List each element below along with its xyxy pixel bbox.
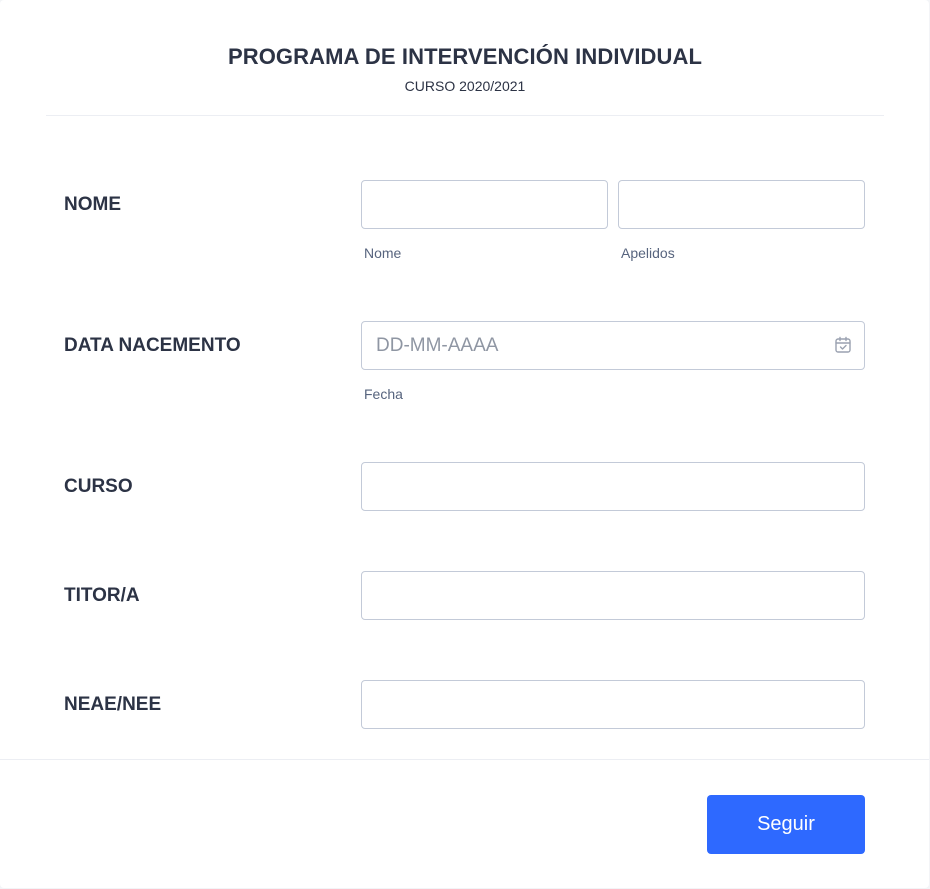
birthdate-sublabel: Fecha [364, 386, 403, 402]
first-name-sublabel: Nome [364, 245, 402, 261]
birthdate-field [361, 321, 865, 370]
form-header: PROGRAMA DE INTERVENCIÓN INDIVIDUAL CURS… [46, 0, 884, 116]
nome-label: NOME [64, 194, 121, 215]
calendar-check-icon[interactable] [834, 336, 852, 354]
birthdate-input[interactable] [361, 321, 865, 370]
titor-input[interactable] [361, 571, 865, 620]
form-title: PROGRAMA DE INTERVENCIÓN INDIVIDUAL [227, 44, 703, 69]
curso-label: CURSO [64, 476, 133, 497]
titor-label: TITOR/A [64, 585, 140, 606]
birthdate-label: DATA NACEMENTO [64, 335, 241, 356]
neae-input[interactable] [361, 680, 865, 729]
footer-divider [0, 759, 929, 760]
last-name-input[interactable] [618, 180, 865, 229]
form-subtitle: CURSO 2020/2021 [404, 78, 526, 94]
form-card: PROGRAMA DE INTERVENCIÓN INDIVIDUAL CURS… [0, 0, 929, 888]
last-name-sublabel: Apelidos [621, 245, 675, 261]
neae-label: NEAE/NEE [64, 694, 162, 715]
next-button[interactable]: Seguir [707, 795, 865, 854]
first-name-input[interactable] [361, 180, 608, 229]
curso-input[interactable] [361, 462, 865, 511]
